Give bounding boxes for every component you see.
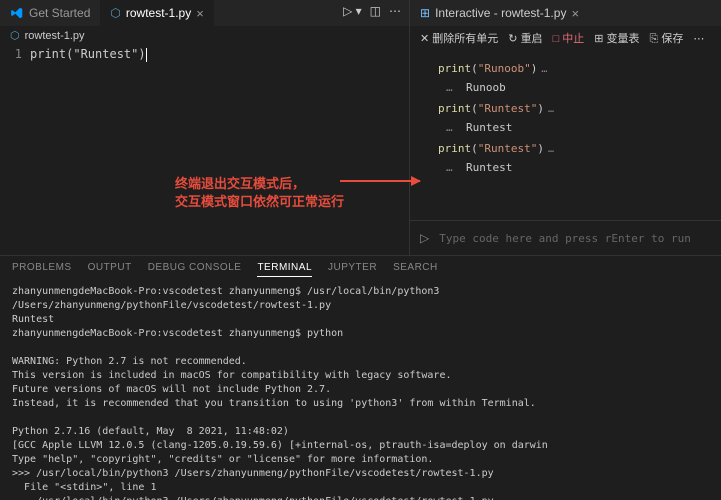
cell[interactable]: print("Runoob")… …Runoob bbox=[438, 62, 721, 94]
editor-actions: ▷ ▾ ◫ ⋯ bbox=[343, 4, 401, 18]
cell-output: …Runtest bbox=[438, 161, 721, 174]
interactive-title: Interactive - rowtest-1.py bbox=[435, 6, 566, 20]
terminal-output[interactable]: zhanyunmengdeMacBook-Pro:vscodetest zhan… bbox=[0, 283, 721, 500]
interactive-input[interactable]: ▷ Type code here and press rEnter to run bbox=[410, 220, 721, 255]
jupyter-icon: ⊞ bbox=[420, 6, 430, 20]
more-icon[interactable]: ⋯ bbox=[693, 32, 704, 45]
breadcrumb-text: rowtest-1.py bbox=[25, 30, 85, 42]
run-input-icon[interactable]: ▷ bbox=[420, 231, 429, 245]
tab-debug-console[interactable]: DEBUG CONSOLE bbox=[148, 262, 242, 277]
tab-interactive[interactable]: ⊞ Interactive - rowtest-1.py × bbox=[410, 0, 589, 26]
python-icon: ⬡ bbox=[10, 29, 20, 42]
delete-all-button[interactable]: ✕ 删除所有单元 bbox=[420, 30, 498, 46]
tab-label: rowtest-1.py bbox=[126, 6, 191, 20]
close-icon[interactable]: × bbox=[571, 6, 579, 21]
cell-output: …Runoob bbox=[438, 81, 721, 94]
breadcrumb[interactable]: ⬡ rowtest-1.py bbox=[0, 26, 409, 45]
annotation-arrow bbox=[340, 180, 420, 182]
cells-container: print("Runoob")… …Runoob print("Runtest")…… bbox=[410, 50, 721, 220]
tab-output[interactable]: OUTPUT bbox=[88, 262, 132, 277]
cell-code: print("Runtest")… bbox=[438, 142, 721, 155]
restart-button[interactable]: ↻ 重启 bbox=[508, 30, 542, 46]
tab-jupyter[interactable]: JUPYTER bbox=[328, 262, 377, 277]
cell[interactable]: print("Runtest")… …Runtest bbox=[438, 102, 721, 134]
tab-label: Get Started bbox=[29, 6, 90, 20]
interactive-tabs: ⊞ Interactive - rowtest-1.py × bbox=[410, 0, 721, 26]
line-gutter: 1 bbox=[0, 45, 30, 255]
cell-code: print("Runoob")… bbox=[438, 62, 721, 75]
tab-get-started[interactable]: Get Started bbox=[0, 0, 100, 26]
python-icon: ⬡ bbox=[110, 6, 120, 20]
interactive-toolbar: ✕ 删除所有单元 ↻ 重启 □ 中止 ⊞ 变量表 ⎘ 保存 ⋯ bbox=[410, 26, 721, 50]
split-icon[interactable]: ◫ bbox=[370, 4, 381, 18]
annotation-text: 终端退出交互模式后， 交互模式窗口依然可正常运行 bbox=[175, 175, 344, 211]
run-icon[interactable]: ▷ ▾ bbox=[343, 4, 362, 18]
cell[interactable]: print("Runtest")… …Runtest bbox=[438, 142, 721, 174]
tab-rowtest[interactable]: ⬡ rowtest-1.py × bbox=[100, 0, 213, 26]
code-editor[interactable]: 1 print("Runtest") bbox=[0, 45, 409, 255]
input-placeholder: Type code here and press rEnter to run bbox=[439, 232, 691, 245]
variables-button[interactable]: ⊞ 变量表 bbox=[594, 30, 639, 46]
vscode-icon bbox=[10, 6, 24, 20]
tab-search[interactable]: SEARCH bbox=[393, 262, 438, 277]
close-icon[interactable]: × bbox=[196, 6, 204, 21]
interactive-pane: ⊞ Interactive - rowtest-1.py × ✕ 删除所有单元 … bbox=[410, 0, 721, 255]
stop-button[interactable]: □ 中止 bbox=[553, 30, 585, 46]
panel-tabs: PROBLEMS OUTPUT DEBUG CONSOLE TERMINAL J… bbox=[0, 256, 721, 283]
cell-output: …Runtest bbox=[438, 121, 721, 134]
save-button[interactable]: ⎘ 保存 bbox=[650, 30, 684, 46]
bottom-panel: PROBLEMS OUTPUT DEBUG CONSOLE TERMINAL J… bbox=[0, 255, 721, 500]
tab-terminal[interactable]: TERMINAL bbox=[257, 262, 312, 277]
more-icon[interactable]: ⋯ bbox=[389, 4, 401, 18]
editor-pane: Get Started ⬡ rowtest-1.py × ▷ ▾ ◫ ⋯ ⬡ r… bbox=[0, 0, 410, 255]
cell-code: print("Runtest")… bbox=[438, 102, 721, 115]
tab-problems[interactable]: PROBLEMS bbox=[12, 262, 72, 277]
code-line[interactable]: print("Runtest") bbox=[30, 45, 147, 255]
editor-tabs: Get Started ⬡ rowtest-1.py × ▷ ▾ ◫ ⋯ bbox=[0, 0, 409, 26]
